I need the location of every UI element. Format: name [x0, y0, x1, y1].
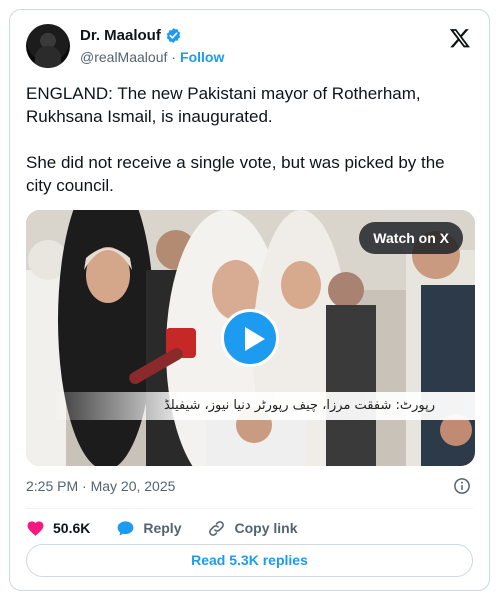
- timestamp[interactable]: 2:25 PM · May 20, 2025: [26, 478, 175, 494]
- author-name-row: Dr. Maalouf: [80, 27, 182, 44]
- play-button[interactable]: [221, 309, 279, 367]
- read-replies-button[interactable]: Read 5.3K replies: [26, 544, 473, 577]
- link-icon: [209, 520, 225, 536]
- separator-dot: ·: [171, 49, 177, 65]
- verified-badge-icon: [166, 28, 181, 43]
- tweet-header: Dr. Maalouf @realMaalouf · Follow: [26, 24, 473, 72]
- avatar[interactable]: [26, 24, 70, 68]
- like-button[interactable]: 50.6K: [26, 519, 90, 538]
- info-icon[interactable]: [453, 477, 471, 495]
- action-bar: 50.6K Reply Copy link: [26, 515, 473, 541]
- handle-row: @realMaalouf · Follow: [80, 49, 224, 65]
- copy-link-label: Copy link: [234, 520, 298, 536]
- tweet-text: ENGLAND: The new Pakistani mayor of Roth…: [26, 84, 445, 195]
- tweet-card: Dr. Maalouf @realMaalouf · Follow ENGLAN…: [9, 9, 490, 591]
- follow-button[interactable]: Follow: [180, 49, 224, 65]
- reply-label: Reply: [143, 520, 182, 536]
- like-count: 50.6K: [53, 520, 91, 536]
- copy-link-button[interactable]: Copy link: [207, 519, 298, 538]
- x-logo-icon[interactable]: [449, 27, 471, 49]
- reply-button[interactable]: Reply: [116, 519, 181, 538]
- watch-on-x-button[interactable]: Watch on X: [359, 222, 463, 254]
- author-handle[interactable]: @realMaalouf: [80, 49, 167, 65]
- divider: [26, 508, 473, 509]
- heart-icon: [27, 520, 44, 536]
- reply-bubble-icon: [117, 520, 134, 536]
- video-media[interactable]: Watch on X رپورٹ: شفقت مرزا، چیف رپورٹر …: [26, 210, 475, 466]
- video-caption-text: رپورٹ: شفقت مرزا، چیف رپورٹر دنیا نیوز، …: [56, 392, 475, 420]
- author-name[interactable]: Dr. Maalouf: [80, 27, 161, 44]
